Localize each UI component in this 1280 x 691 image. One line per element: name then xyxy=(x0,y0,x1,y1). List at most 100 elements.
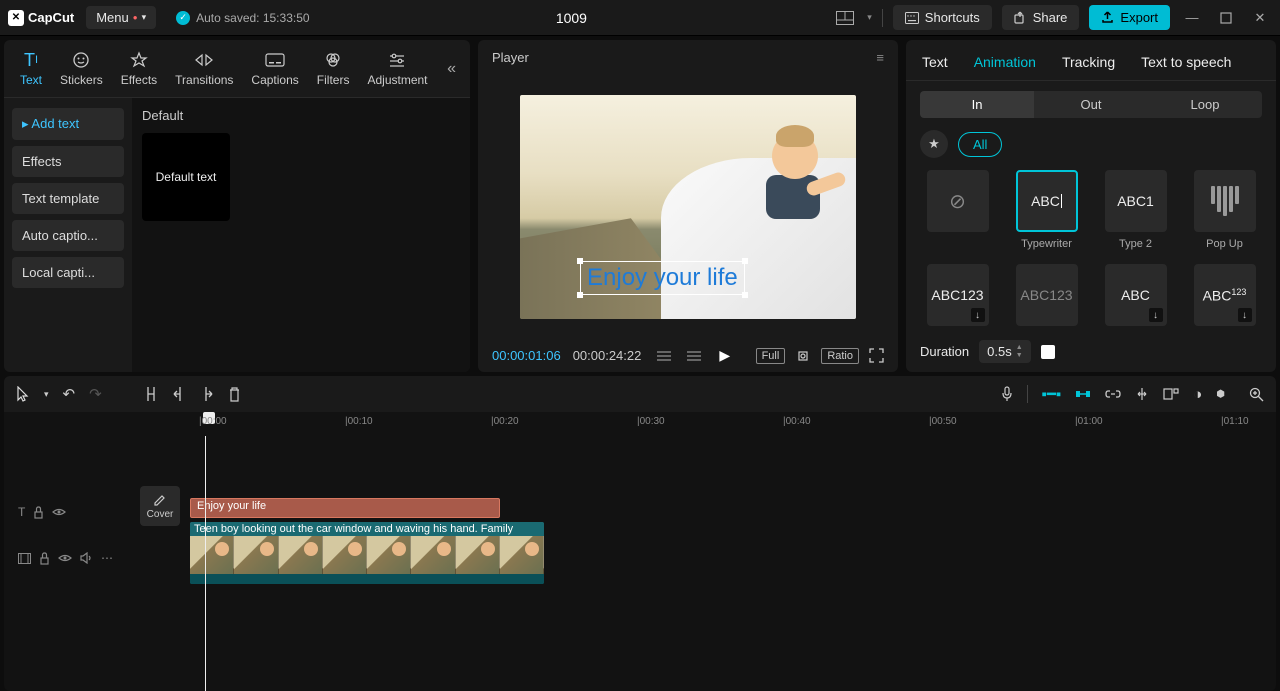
step-down[interactable]: ▼ xyxy=(1016,352,1023,359)
export-button[interactable]: Export xyxy=(1089,5,1170,30)
tab-effects[interactable]: Effects xyxy=(113,44,165,93)
tab-adjustment[interactable]: Adjustment xyxy=(359,44,435,93)
duration-input[interactable]: 0.5s ▲▼ xyxy=(979,340,1031,363)
side-effects[interactable]: Effects xyxy=(12,146,124,177)
magnet-snap[interactable] xyxy=(1075,387,1091,401)
zoom-fit[interactable] xyxy=(1249,387,1264,402)
mic-button[interactable] xyxy=(1001,386,1013,402)
timeline-ruler[interactable]: |00:00|00:10|00:20|00:30|00:40|00:50|01:… xyxy=(4,412,1276,436)
preview-toggle[interactable] xyxy=(1163,388,1179,400)
step-up[interactable]: ▲ xyxy=(1016,344,1023,351)
filter-all[interactable]: All xyxy=(958,132,1002,157)
pointer-tool[interactable] xyxy=(16,386,30,402)
export-icon xyxy=(1101,11,1114,24)
minimize-button[interactable]: ― xyxy=(1180,6,1204,30)
tab-filters[interactable]: Filters xyxy=(309,44,358,93)
layout-icon[interactable] xyxy=(833,6,857,30)
anim-type2[interactable]: ABC1 xyxy=(1105,170,1167,232)
fullscreen-icon[interactable] xyxy=(869,348,884,363)
split-button[interactable] xyxy=(144,386,158,402)
side-local-captions[interactable]: Local capti... xyxy=(12,257,124,288)
subtab-out[interactable]: Out xyxy=(1034,91,1148,118)
anim-5[interactable]: ABC123↓ xyxy=(927,264,989,326)
tab-captions[interactable]: Captions xyxy=(243,44,306,93)
rtab-tracking[interactable]: Tracking xyxy=(1060,48,1117,80)
rtab-text[interactable]: Text xyxy=(920,48,950,80)
link-button[interactable] xyxy=(1105,389,1121,399)
video-preview[interactable]: Enjoy your life xyxy=(520,95,856,319)
toggle-b[interactable]: ⬢ xyxy=(1216,389,1225,400)
current-time: 00:00:01:06 xyxy=(492,348,561,363)
shortcuts-button[interactable]: Shortcuts xyxy=(893,5,992,30)
transitions-icon xyxy=(194,50,214,70)
ruler-tick: |00:40 xyxy=(783,416,811,427)
anim-6[interactable]: ABC123 xyxy=(1016,264,1078,326)
ruler-tick: |00:30 xyxy=(637,416,665,427)
player-menu-icon[interactable]: ≡ xyxy=(876,50,884,65)
layout-caret[interactable]: ▾ xyxy=(867,12,872,23)
eye-icon[interactable] xyxy=(58,553,72,563)
side-auto-captions[interactable]: Auto captio... xyxy=(12,220,124,251)
library-panel: TIText Stickers Effects Transitions Capt… xyxy=(4,40,470,372)
list-icon-2[interactable] xyxy=(687,351,701,361)
text-overlay[interactable]: Enjoy your life xyxy=(580,261,745,295)
maximize-button[interactable] xyxy=(1214,6,1238,30)
rtab-tts[interactable]: Text to speech xyxy=(1139,48,1233,80)
align-button[interactable] xyxy=(1135,387,1149,401)
share-icon xyxy=(1014,11,1027,24)
play-button[interactable]: ▶ xyxy=(719,347,730,364)
lock-icon[interactable] xyxy=(33,506,44,519)
duration-label: Duration xyxy=(920,344,969,359)
text-icon: TI xyxy=(24,50,38,70)
eye-icon[interactable] xyxy=(52,507,66,517)
redo-button[interactable]: ↷ xyxy=(89,385,102,403)
anim-typewriter[interactable]: ABC xyxy=(1016,170,1078,232)
share-button[interactable]: Share xyxy=(1002,5,1080,30)
subtab-loop[interactable]: Loop xyxy=(1148,91,1262,118)
tab-stickers[interactable]: Stickers xyxy=(52,44,111,93)
captions-icon xyxy=(265,50,285,70)
toggle-a[interactable]: ◑ xyxy=(1193,386,1202,403)
autosave-status: ✓ Auto saved: 15:33:50 xyxy=(176,11,309,25)
magnet-main[interactable]: ▪━▪ xyxy=(1042,385,1062,403)
default-text-thumb[interactable]: Default text xyxy=(142,133,230,221)
total-duration: 00:00:24:22 xyxy=(573,348,642,363)
anim-popup[interactable] xyxy=(1194,170,1256,232)
lock-icon[interactable] xyxy=(39,552,50,565)
split-right[interactable] xyxy=(200,386,214,402)
tab-transitions[interactable]: Transitions xyxy=(167,44,241,93)
undo-button[interactable]: ↶ xyxy=(63,385,76,403)
menu-button[interactable]: Menu●▾ xyxy=(86,6,156,29)
tab-text[interactable]: TIText xyxy=(12,44,50,93)
full-button[interactable]: Full xyxy=(756,348,786,364)
duration-slider-handle[interactable] xyxy=(1041,345,1055,359)
side-text-template[interactable]: Text template xyxy=(12,183,124,214)
crop-icon[interactable] xyxy=(795,348,811,364)
text-track-icon: T xyxy=(18,505,25,519)
split-left[interactable] xyxy=(172,386,186,402)
download-icon: ↓ xyxy=(971,308,985,322)
rtab-animation[interactable]: Animation xyxy=(972,48,1038,80)
pointer-caret[interactable]: ▾ xyxy=(44,389,49,400)
text-clip[interactable]: Enjoy your life xyxy=(190,498,500,518)
collapse-button[interactable]: « xyxy=(441,54,462,84)
playhead-line[interactable] xyxy=(205,436,206,691)
speaker-icon[interactable] xyxy=(80,552,93,564)
ruler-tick: |00:00 xyxy=(199,416,227,427)
more-icon[interactable]: ⋯ xyxy=(101,551,113,565)
content-header: Default xyxy=(142,108,460,123)
favorites-button[interactable]: ★ xyxy=(920,130,948,158)
ratio-button[interactable]: Ratio xyxy=(821,348,859,364)
anim-none[interactable]: ⊘ xyxy=(927,170,989,232)
delete-button[interactable] xyxy=(228,387,241,402)
anim-7[interactable]: ABC↓ xyxy=(1105,264,1167,326)
ruler-tick: |01:10 xyxy=(1221,416,1249,427)
side-add-text[interactable]: ▸ Add text xyxy=(12,108,124,140)
list-icon[interactable] xyxy=(657,351,671,361)
subtab-in[interactable]: In xyxy=(920,91,1034,118)
filters-icon xyxy=(324,50,342,70)
video-clip[interactable]: Teen boy looking out the car window and … xyxy=(190,522,544,584)
close-button[interactable]: ✕ xyxy=(1248,6,1272,30)
keyboard-icon xyxy=(905,12,919,24)
anim-8[interactable]: ABC123↓ xyxy=(1194,264,1256,326)
